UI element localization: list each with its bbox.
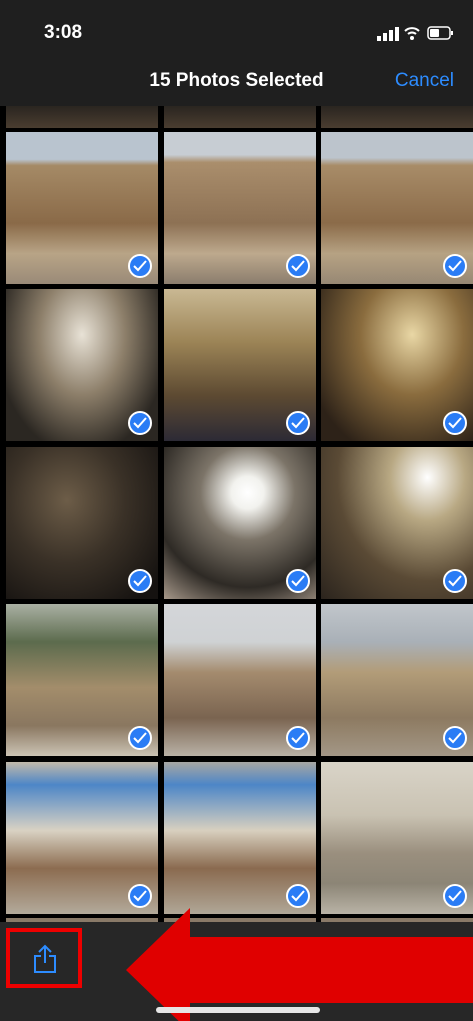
photo-tile-partial[interactable] — [6, 106, 158, 128]
share-button[interactable] — [6, 928, 82, 988]
checkmark-icon — [443, 569, 467, 593]
photo-tile[interactable] — [321, 132, 473, 284]
photo-tile[interactable] — [321, 604, 473, 756]
checkmark-icon — [286, 726, 310, 750]
photo-tile[interactable] — [321, 447, 473, 599]
checkmark-icon — [286, 884, 310, 908]
bottom-toolbar — [0, 908, 473, 1021]
checkmark-icon — [286, 569, 310, 593]
checkmark-icon — [443, 884, 467, 908]
checkmark-icon — [128, 884, 152, 908]
signal-icon — [377, 27, 399, 41]
checkmark-icon — [443, 411, 467, 435]
checkmark-icon — [286, 411, 310, 435]
status-time: 3:08 — [44, 22, 83, 43]
wifi-icon — [404, 27, 420, 40]
photo-tile-partial[interactable] — [321, 106, 473, 128]
photo-tile[interactable] — [164, 132, 316, 284]
photo-tile[interactable] — [164, 447, 316, 599]
photo-tile[interactable] — [164, 604, 316, 756]
nav-bar: 15 Photos Selected Cancel — [0, 62, 473, 106]
photo-tile[interactable] — [6, 132, 158, 284]
checkmark-icon — [128, 254, 152, 278]
photo-tile[interactable] — [164, 289, 316, 441]
photo-tile[interactable] — [6, 762, 158, 914]
checkmark-icon — [443, 726, 467, 750]
status-bar: 3:08 — [0, 0, 473, 62]
checkmark-icon — [128, 569, 152, 593]
checkmark-icon — [286, 254, 310, 278]
photo-tile[interactable] — [321, 762, 473, 914]
checkmark-icon — [128, 726, 152, 750]
cancel-button[interactable]: Cancel — [395, 70, 454, 92]
photo-tile[interactable] — [6, 289, 158, 441]
photo-tile-partial[interactable] — [164, 106, 316, 128]
photo-tile[interactable] — [164, 762, 316, 914]
photo-tile[interactable] — [321, 289, 473, 441]
red-arrow-annotation — [126, 908, 473, 1021]
checkmark-icon — [128, 411, 152, 435]
battery-icon — [427, 26, 453, 40]
home-indicator[interactable] — [156, 1007, 320, 1013]
photo-tile[interactable] — [6, 447, 158, 599]
photo-tile[interactable] — [6, 604, 158, 756]
photo-grid — [0, 106, 473, 922]
share-icon — [34, 944, 56, 973]
checkmark-icon — [443, 254, 467, 278]
